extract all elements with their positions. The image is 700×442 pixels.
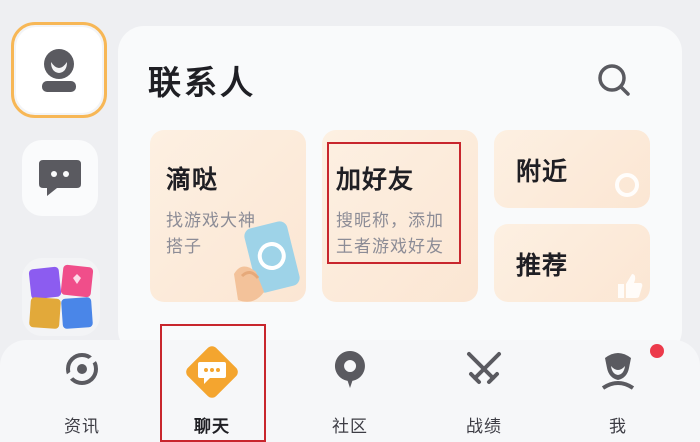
news-icon xyxy=(65,353,98,385)
game-tile-icon xyxy=(28,264,94,329)
tab-chat[interactable]: 聊天 xyxy=(152,340,272,442)
community-icon xyxy=(334,351,365,388)
rail-messages-button[interactable] xyxy=(22,140,98,216)
card-desc-line: 王者游戏好友 xyxy=(336,237,444,257)
card-title: 附近 xyxy=(516,157,569,186)
tab-records[interactable]: 战绩 xyxy=(424,340,544,442)
crossed-swords-icon xyxy=(467,352,501,384)
notification-badge xyxy=(650,344,664,358)
dida-card[interactable]: 滴哒 找游戏大神 搭子 xyxy=(150,130,306,302)
card-desc-line: 搜昵称，添加 xyxy=(336,211,444,231)
tab-label: 战绩 xyxy=(466,417,502,437)
thumbs-up-icon xyxy=(618,274,643,298)
rail-contacts-button[interactable] xyxy=(11,22,107,118)
tab-label: 我 xyxy=(609,417,627,437)
tab-news[interactable]: 资讯 xyxy=(22,340,142,442)
card-title: 推荐 xyxy=(516,251,569,280)
chat-bubble-icon xyxy=(39,160,81,196)
add-friend-card[interactable]: 加好友 搜昵称，添加 王者游戏好友 xyxy=(322,130,478,302)
tab-community[interactable]: 社区 xyxy=(290,340,410,442)
tab-label: 资讯 xyxy=(64,417,100,437)
bottom-tab-bar: 资讯 聊天 社区 战绩 我 xyxy=(0,340,700,442)
chat-icon xyxy=(186,346,238,398)
rail-game-button[interactable] xyxy=(22,258,100,336)
location-pin-icon xyxy=(615,173,639,197)
phone-hand-icon xyxy=(234,221,300,302)
recommend-card[interactable]: 推荐 xyxy=(494,224,650,302)
rail-contacts-inner xyxy=(16,27,102,113)
contacts-panel: 联系人 滴哒 找游戏大神 搭子 加好友 搜昵称，添加 王者游戏好友 附近 推荐 xyxy=(118,26,682,356)
card-desc-line: 搭子 xyxy=(166,237,202,257)
user-avatar-icon xyxy=(42,49,76,92)
search-icon[interactable] xyxy=(594,60,634,100)
profile-icon xyxy=(601,353,635,390)
card-title: 滴哒 xyxy=(166,165,219,194)
tab-label: 社区 xyxy=(332,417,368,437)
page-title: 联系人 xyxy=(148,63,256,102)
card-title: 加好友 xyxy=(336,165,415,194)
tab-label: 聊天 xyxy=(194,417,230,437)
nearby-card[interactable]: 附近 xyxy=(494,130,650,208)
